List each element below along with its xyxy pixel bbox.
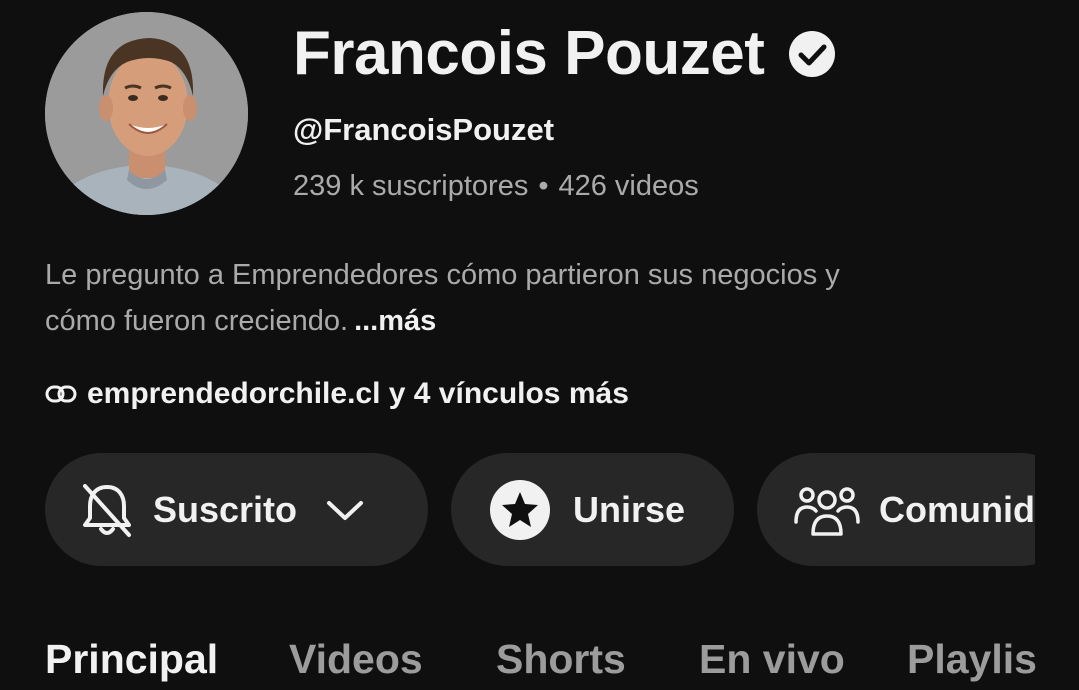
bell-off-icon: [81, 480, 133, 540]
channel-name: Francois Pouzet: [293, 19, 765, 88]
community-button[interactable]: Comunid: [757, 453, 1035, 566]
more-button[interactable]: ...más: [354, 305, 436, 337]
link-icon: [45, 383, 77, 405]
channel-links[interactable]: emprendedorchile.cl y 4 vínculos más: [45, 372, 629, 416]
channel-avatar[interactable]: [45, 12, 248, 215]
community-icon: [793, 482, 861, 538]
tab-principal[interactable]: Principal: [45, 628, 218, 690]
description-line-2-wrap: cómo fueron creciendo. ...más: [45, 298, 1045, 344]
tab-en-vivo[interactable]: En vivo: [699, 628, 845, 690]
channel-header: Francois Pouzet: [293, 18, 836, 90]
tab-playlists[interactable]: Playlis: [907, 628, 1037, 690]
channel-handle: @FrancoisPouzet: [293, 112, 555, 147]
description-line-2: cómo fueron creciendo.: [45, 305, 349, 337]
tab-shorts[interactable]: Shorts: [496, 628, 626, 690]
subscribed-label: Suscrito: [153, 488, 298, 530]
description-line-1: Le pregunto a Emprendedores cómo partier…: [45, 259, 840, 291]
links-text: emprendedorchile.cl y 4 vínculos más: [87, 377, 629, 410]
stats-separator: •: [538, 170, 549, 202]
join-label: Unirse: [573, 488, 686, 530]
channel-description[interactable]: Le pregunto a Emprendedores cómo partier…: [45, 252, 1045, 344]
subscriber-count: 239 k suscriptores: [293, 170, 529, 202]
community-label: Comunid: [879, 488, 1035, 530]
video-count: 426 videos: [558, 170, 699, 202]
subscribed-button[interactable]: Suscrito: [45, 453, 428, 566]
channel-actions: Suscrito Unirse Comunid: [45, 453, 1035, 566]
star-icon: [489, 479, 551, 541]
channel-tabs: Principal Videos Shorts En vivo Playlis: [0, 628, 1079, 690]
tab-videos[interactable]: Videos: [289, 628, 423, 690]
channel-stats: 239 k suscriptores • 426 videos: [293, 166, 699, 206]
verified-check-icon: [788, 30, 836, 78]
chevron-down-icon: [325, 498, 365, 522]
join-button[interactable]: Unirse: [451, 453, 734, 566]
